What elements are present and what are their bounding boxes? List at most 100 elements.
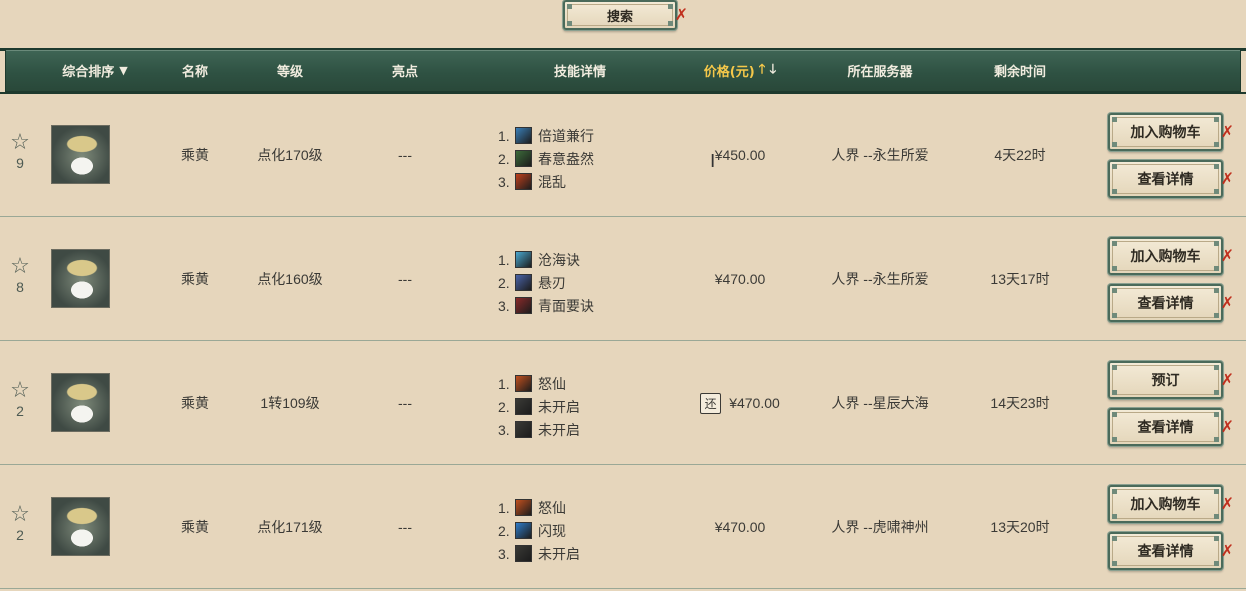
skill-item: 1. 怒仙 bbox=[498, 496, 668, 519]
skill-icon bbox=[515, 173, 532, 190]
button-label: 加入购物车 bbox=[1130, 125, 1201, 141]
view-details-button[interactable]: 查看详情 ✗ bbox=[1108, 284, 1234, 322]
star-icon[interactable]: ☆ bbox=[6, 255, 34, 277]
remaining-time: 14天23时 bbox=[990, 395, 1050, 411]
add-to-cart-button[interactable]: 加入购物车 ✗ bbox=[1108, 237, 1234, 275]
tassel-icon: ✗ bbox=[1220, 293, 1234, 312]
table-row: ☆ 9 乘黄 点化170级 --- 1. 倍道兼行 2. 春意盎然 3. 混乱 bbox=[0, 94, 1246, 217]
column-highlight: 亮点 bbox=[391, 65, 418, 80]
skill-icon bbox=[515, 375, 532, 392]
pet-avatar[interactable] bbox=[51, 249, 110, 308]
table-row: ☆ 2 乘黄 1转109级 --- 1. 怒仙 2. 未开启 3. 未开启 还 bbox=[0, 342, 1246, 465]
pet-name: 乘黄 bbox=[181, 395, 209, 411]
tassel-icon: ✗ bbox=[674, 5, 688, 24]
skill-number: 1. bbox=[498, 127, 510, 144]
star-icon[interactable]: ☆ bbox=[6, 131, 34, 153]
skill-number: 2. bbox=[498, 274, 510, 291]
skill-name: 怒仙 bbox=[538, 375, 566, 392]
skill-name: 青面要诀 bbox=[538, 297, 594, 314]
remaining-time: 13天20时 bbox=[990, 519, 1050, 535]
skill-icon bbox=[515, 127, 532, 144]
skill-item: 2. 闪现 bbox=[498, 519, 668, 542]
skill-number: 1. bbox=[498, 499, 510, 516]
pet-level: 点化160级 bbox=[257, 271, 323, 287]
price-cell: ¥470.00 bbox=[680, 218, 800, 340]
skill-icon bbox=[515, 522, 532, 539]
server-name: 人界 --永生所爱 bbox=[831, 271, 929, 287]
skill-name: 未开启 bbox=[538, 421, 580, 438]
star-icon[interactable]: ☆ bbox=[6, 503, 34, 525]
pet-name: 乘黄 bbox=[181, 147, 209, 163]
favorite-toggle[interactable]: ☆ 9 bbox=[6, 131, 34, 172]
search-area: 搜索 ✗ bbox=[0, 0, 1246, 50]
column-skills: 技能详情 bbox=[553, 65, 606, 80]
table-row: ☆ 2 乘黄 点化171级 --- 1. 怒仙 2. 闪现 3. 未开启 ¥47… bbox=[0, 466, 1246, 589]
skill-name: 未开启 bbox=[538, 398, 580, 415]
skill-name: 春意盎然 bbox=[538, 150, 594, 167]
add-to-cart-button[interactable]: 加入购物车 ✗ bbox=[1108, 113, 1234, 151]
pet-level: 1转109级 bbox=[260, 395, 320, 411]
remaining-time: 13天17时 bbox=[990, 271, 1050, 287]
favorite-toggle[interactable]: ☆ 8 bbox=[6, 255, 34, 296]
skill-number: 1. bbox=[498, 375, 510, 392]
button-label: 查看详情 bbox=[1137, 296, 1194, 312]
favorite-count: 2 bbox=[16, 403, 24, 419]
price-value: ¥450.00 bbox=[714, 147, 766, 163]
sort-dropdown[interactable]: 综合排序 ▼ bbox=[40, 50, 150, 91]
skill-name: 怒仙 bbox=[538, 499, 566, 516]
skill-item: 1. 倍道兼行 bbox=[498, 124, 668, 147]
column-time: 剩余时间 bbox=[993, 65, 1046, 80]
view-details-button[interactable]: 查看详情 ✗ bbox=[1108, 532, 1234, 570]
skill-item: 2. 悬刃 bbox=[498, 271, 668, 294]
pet-avatar[interactable] bbox=[51, 497, 110, 556]
skill-number: 2. bbox=[498, 150, 510, 167]
price-value: ¥470.00 bbox=[714, 271, 766, 287]
server-name: 人界 --星辰大海 bbox=[831, 395, 929, 411]
pet-highlight: --- bbox=[398, 271, 412, 287]
skill-name: 混乱 bbox=[538, 173, 566, 190]
table-header: 综合排序 ▼ 名称 等级 亮点 技能详情 价格(元) 🡑 🡓 所在服务器 剩余时… bbox=[0, 48, 1246, 94]
favorite-toggle[interactable]: ☆ 2 bbox=[6, 503, 34, 544]
skill-number: 1. bbox=[498, 251, 510, 268]
pet-avatar[interactable] bbox=[51, 373, 110, 432]
skill-item: 3. 混乱 bbox=[498, 170, 668, 193]
skill-number: 3. bbox=[498, 297, 510, 314]
search-button[interactable]: 搜索 ✗ bbox=[563, 0, 688, 30]
favorite-toggle[interactable]: ☆ 2 bbox=[6, 379, 34, 420]
view-details-button[interactable]: 查看详情 ✗ bbox=[1108, 408, 1234, 446]
skill-icon bbox=[515, 545, 532, 562]
table-row: ☆ 8 乘黄 点化160级 --- 1. 沧海诀 2. 悬刃 3. 青面要诀 ¥… bbox=[0, 218, 1246, 341]
pet-avatar[interactable] bbox=[51, 125, 110, 184]
skill-number: 3. bbox=[498, 545, 510, 562]
pet-name: 乘黄 bbox=[181, 519, 209, 535]
skill-name: 悬刃 bbox=[538, 274, 566, 291]
sort-label: 综合排序 bbox=[62, 65, 115, 80]
tassel-icon: ✗ bbox=[1220, 494, 1234, 513]
reserve-button[interactable]: 预订 ✗ bbox=[1108, 361, 1234, 399]
arrow-up-icon[interactable]: 🡑 bbox=[759, 60, 766, 82]
text-cursor-icon: Ⅰ bbox=[710, 151, 716, 171]
pet-highlight: --- bbox=[398, 519, 412, 535]
price-sort[interactable]: 价格(元) 🡑 🡓 bbox=[680, 50, 800, 91]
skill-name: 倍道兼行 bbox=[538, 127, 594, 144]
skill-item: 3. 未开启 bbox=[498, 542, 668, 565]
skill-icon bbox=[515, 274, 532, 291]
arrow-down-icon[interactable]: 🡓 bbox=[769, 60, 776, 82]
tassel-icon: ✗ bbox=[1220, 417, 1234, 436]
skill-name: 沧海诀 bbox=[538, 251, 580, 268]
button-label: 预订 bbox=[1151, 373, 1180, 389]
price-value: ¥470.00 bbox=[714, 519, 766, 535]
tassel-icon: ✗ bbox=[1220, 541, 1234, 560]
skill-icon bbox=[515, 499, 532, 516]
view-details-button[interactable]: 查看详情 ✗ bbox=[1108, 160, 1234, 198]
price-label: 价格(元) bbox=[703, 65, 755, 80]
column-server: 所在服务器 bbox=[847, 65, 913, 80]
button-label: 查看详情 bbox=[1137, 420, 1194, 436]
skill-item: 2. 春意盎然 bbox=[498, 147, 668, 170]
skill-list: 1. 倍道兼行 2. 春意盎然 3. 混乱 bbox=[498, 124, 668, 193]
skill-item: 3. 未开启 bbox=[498, 418, 668, 441]
add-to-cart-button[interactable]: 加入购物车 ✗ bbox=[1108, 485, 1234, 523]
skill-item: 3. 青面要诀 bbox=[498, 294, 668, 317]
star-icon[interactable]: ☆ bbox=[6, 379, 34, 401]
skill-icon bbox=[515, 297, 532, 314]
